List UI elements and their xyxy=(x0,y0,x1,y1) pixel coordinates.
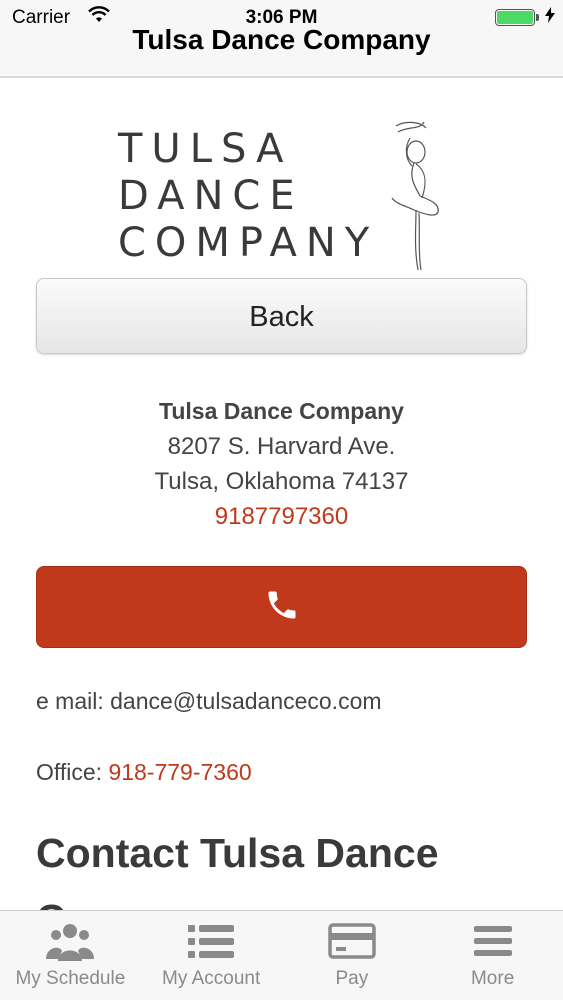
tab-label: My Account xyxy=(162,968,261,989)
page-title: Tulsa Dance Company xyxy=(132,24,431,55)
call-button[interactable] xyxy=(36,566,527,648)
street-address: 8207 S. Harvard Ave. xyxy=(167,433,396,460)
people-icon xyxy=(46,921,95,968)
office-phone-link[interactable]: 918-779-7360 xyxy=(108,759,251,785)
office-line: Office: 918-779-7360 xyxy=(36,759,252,786)
email-text: e mail: dance@tulsadanceco.com xyxy=(36,688,382,714)
tab-bar: My Schedule My Account Pay More xyxy=(0,910,563,1000)
tab-label: Pay xyxy=(335,968,369,989)
city-state-zip: Tulsa, Oklahoma 74137 xyxy=(154,468,409,495)
logo-text: TULSA DANCE COMPANY xyxy=(118,126,378,267)
list-icon xyxy=(188,921,235,966)
tab-my-account[interactable]: My Account xyxy=(141,911,282,1000)
tab-pay[interactable]: Pay xyxy=(282,911,423,1000)
tab-my-schedule[interactable]: My Schedule xyxy=(0,911,141,1000)
phone-icon xyxy=(264,587,300,628)
logo-line-2: DANCE xyxy=(118,173,304,219)
tab-more[interactable]: More xyxy=(422,911,563,1000)
office-label: Office: xyxy=(36,759,109,785)
logo-line-1: TULSA xyxy=(118,126,293,172)
credit-card-icon xyxy=(328,921,376,966)
battery-tip xyxy=(536,14,539,21)
back-button[interactable]: Back xyxy=(36,278,527,354)
company-logo: TULSA DANCE COMPANY xyxy=(118,118,448,278)
dancer-icon xyxy=(386,118,446,279)
phone-link[interactable]: 9187797360 xyxy=(0,499,563,534)
menu-icon xyxy=(472,921,514,966)
logo-line-3: COMPANY xyxy=(118,220,379,266)
company-name: Tulsa Dance Company xyxy=(159,398,404,424)
tab-label: My Schedule xyxy=(15,968,126,989)
tab-label: More xyxy=(470,968,515,989)
address-block: Tulsa Dance Company 8207 S. Harvard Ave.… xyxy=(0,394,563,534)
